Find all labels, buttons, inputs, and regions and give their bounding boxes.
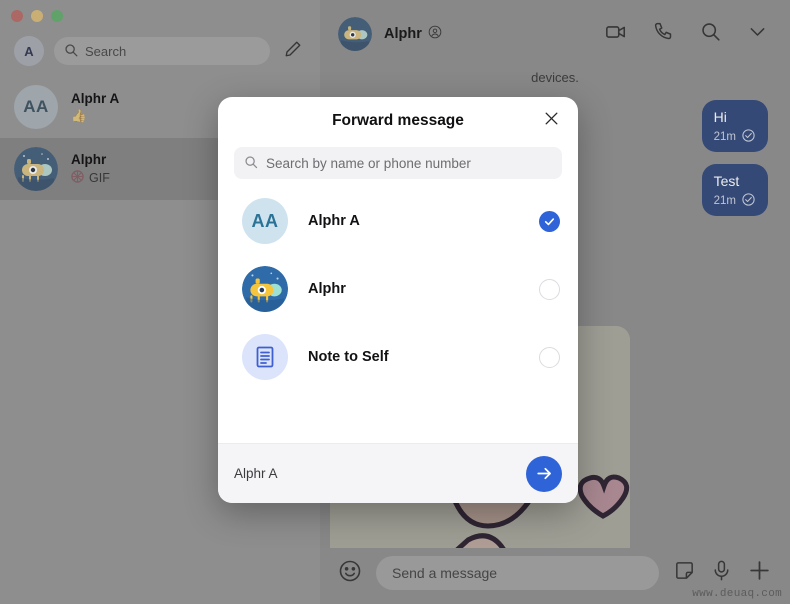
avatar: AA	[14, 85, 58, 129]
dialog-search-placeholder: Search by name or phone number	[266, 155, 471, 171]
contact-checkbox[interactable]	[539, 278, 560, 300]
chat-header: Alphr	[320, 0, 790, 68]
close-button[interactable]	[540, 110, 562, 132]
chat-text: Alphr GIF	[71, 152, 110, 186]
message-text: Test	[713, 173, 740, 189]
chat-name: Alphr A	[71, 90, 120, 106]
microphone-icon[interactable]	[710, 559, 733, 587]
chat-text: Alphr A 👍	[71, 91, 119, 124]
chat-preview: GIF	[71, 170, 110, 186]
avatar[interactable]: A	[14, 36, 44, 66]
sticker-icon[interactable]	[673, 559, 696, 587]
chat-title-text: Alphr	[384, 26, 422, 42]
close-window-button[interactable]	[11, 10, 23, 22]
message-time: 21m	[713, 131, 736, 143]
search-icon	[244, 155, 258, 172]
note-icon	[256, 346, 274, 368]
chat-title: Alphr	[384, 25, 442, 43]
contact-checkbox[interactable]	[539, 210, 560, 232]
check-icon	[544, 217, 555, 225]
contact-list: AA Alphr A Alphr Note to Self	[218, 179, 578, 443]
read-receipt-icon	[741, 192, 756, 210]
sidebar-toolbar: A Search	[0, 30, 320, 76]
dialog-header: Forward message	[218, 97, 578, 145]
contact-icon	[428, 25, 442, 43]
dialog-title: Forward message	[332, 112, 464, 129]
message-input[interactable]: Send a message	[376, 556, 659, 590]
submarine-avatar-icon	[338, 17, 372, 51]
avatar: AA	[242, 198, 288, 244]
preview-label: GIF	[89, 171, 110, 185]
contact-row-note-to-self[interactable]: Note to Self	[218, 323, 578, 391]
dialog-footer: Alphr A	[218, 443, 578, 503]
app-window: A Search AA Alphr A 👍 Alphr GIF Alphr de…	[0, 0, 790, 604]
phone-icon[interactable]	[653, 21, 674, 47]
search-placeholder: Search	[85, 43, 127, 59]
thumbs-up-icon: 👍	[71, 108, 87, 123]
gif-thumb-icon	[71, 170, 84, 186]
message-time: 21m	[713, 195, 736, 207]
arrow-right-icon	[536, 467, 551, 480]
message-input-placeholder: Send a message	[392, 565, 498, 581]
message-meta: 21m	[714, 128, 756, 146]
forward-message-dialog: Forward message Search by name or phone …	[218, 97, 578, 503]
message-bubble[interactable]: Test 21m	[701, 164, 768, 216]
contact-checkbox[interactable]	[539, 346, 560, 368]
contact-row-alphr-a[interactable]: AA Alphr A	[218, 187, 578, 255]
system-note: devices.	[531, 70, 579, 85]
read-receipt-icon	[741, 128, 756, 146]
message-bubble[interactable]: Hi 21m	[701, 100, 768, 152]
send-button[interactable]	[526, 455, 562, 492]
compose-button[interactable]	[280, 38, 306, 64]
message-meta: 21m	[714, 192, 756, 210]
watermark: www.deuaq.com	[692, 588, 782, 600]
video-camera-icon[interactable]	[605, 21, 627, 48]
contact-row-alphr[interactable]: Alphr	[218, 255, 578, 323]
chat-name: Alphr	[71, 152, 107, 167]
dialog-search-input[interactable]: Search by name or phone number	[234, 147, 562, 179]
smiley-icon[interactable]	[338, 559, 362, 588]
window-controls	[0, 0, 320, 30]
search-input[interactable]: Search	[54, 37, 270, 65]
search-icon	[64, 43, 78, 60]
plus-icon[interactable]	[747, 558, 772, 588]
contact-name: Note to Self	[308, 349, 389, 365]
contact-name: Alphr	[308, 281, 346, 297]
chat-header-actions	[605, 21, 768, 48]
search-icon[interactable]	[700, 21, 721, 47]
chat-preview: 👍	[71, 109, 119, 124]
submarine-avatar-icon	[14, 147, 58, 191]
avatar	[242, 266, 288, 312]
submarine-avatar-icon	[242, 266, 288, 312]
avatar	[14, 147, 58, 191]
chevron-down-icon[interactable]	[747, 21, 768, 47]
pencil-icon	[284, 40, 302, 63]
avatar[interactable]	[338, 17, 372, 51]
close-icon	[543, 110, 560, 132]
contact-name: Alphr A	[308, 213, 360, 229]
avatar	[242, 334, 288, 380]
message-text: Hi	[713, 109, 727, 125]
maximize-window-button[interactable]	[51, 10, 63, 22]
selected-recipients: Alphr A	[234, 466, 278, 481]
minimize-window-button[interactable]	[31, 10, 43, 22]
